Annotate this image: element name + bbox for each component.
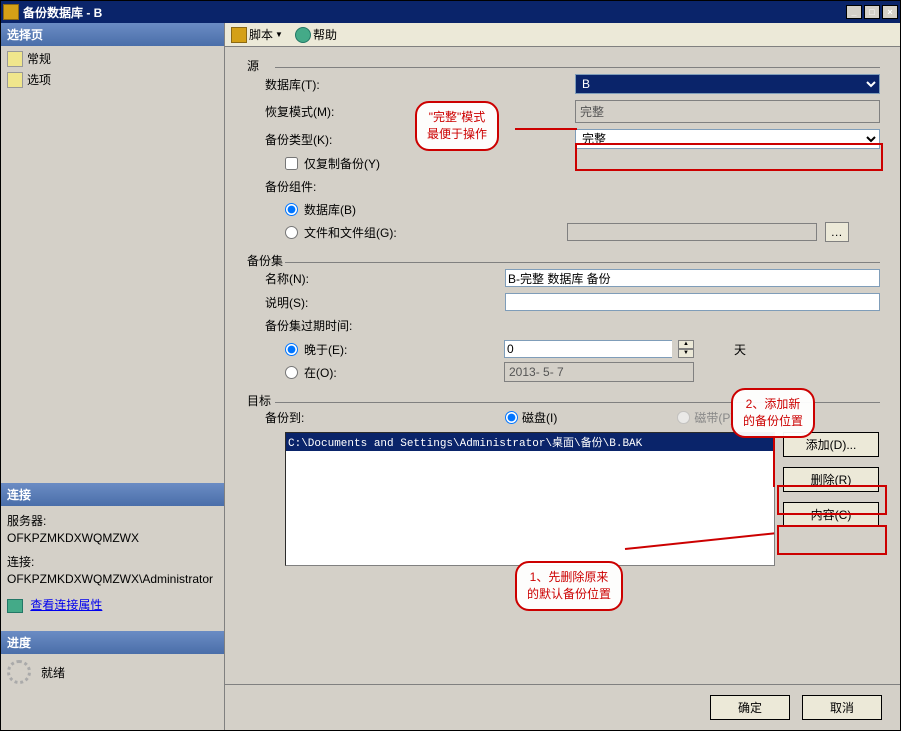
recovery-label: 恢复模式(M): (265, 103, 375, 120)
name-label: 名称(N): (265, 270, 375, 287)
sidebar-item-options[interactable]: 选项 (3, 69, 222, 90)
radio-filegroup[interactable] (285, 226, 298, 239)
page-icon (7, 51, 23, 67)
radio-filegroup-label: 文件和文件组(G): (304, 224, 397, 241)
destination-group-label: 目标 (245, 392, 273, 409)
minimize-button[interactable]: _ (846, 5, 862, 19)
connection-section: 服务器: OFKPZMKDXWQMZWX 连接: OFKPZMKDXWQMZWX… (1, 506, 224, 621)
window-title: 备份数据库 - B (23, 4, 846, 21)
conn-value: OFKPZMKDXWQMZWX\Administrator (7, 572, 218, 586)
dialog-window: 备份数据库 - B _ □ × 选择页 常规 选项 连接 服务器: (0, 0, 901, 731)
days-unit: 天 (734, 341, 746, 358)
backupset-group-label: 备份集 (245, 252, 285, 269)
source-group-label: 源 (245, 57, 261, 74)
progress-spinner-icon (7, 660, 31, 684)
database-select[interactable]: B (575, 74, 880, 94)
radio-disk[interactable] (505, 411, 518, 424)
remove-button[interactable]: 删除(R) (783, 467, 879, 492)
main-panel: 脚本 ▼ 帮助 源 数据库(T): B (225, 23, 900, 730)
server-label: 服务器: (7, 512, 218, 529)
copy-only-label: 仅复制备份(Y) (304, 155, 380, 172)
annotation-1: "完整"模式 最便于操作 (415, 101, 499, 151)
contents-button[interactable]: 内容(C) (783, 502, 879, 527)
radio-after[interactable] (285, 343, 298, 356)
annotation-2: 2、添加新 的备份位置 (731, 388, 815, 438)
page-icon (7, 72, 23, 88)
desc-label: 说明(S): (265, 294, 375, 311)
destination-listbox[interactable]: C:\Documents and Settings\Administrator\… (285, 432, 775, 566)
help-button[interactable]: 帮助 (295, 26, 337, 43)
backup-type-label: 备份类型(K): (265, 131, 375, 148)
database-label: 数据库(T): (265, 76, 375, 93)
destination-item[interactable]: C:\Documents and Settings\Administrator\… (286, 433, 774, 451)
spin-up-button[interactable]: ▲ (678, 340, 694, 349)
backup-type-select[interactable]: 完整 (575, 129, 880, 149)
expire-label: 备份集过期时间: (265, 317, 375, 334)
radio-after-label: 晚于(E): (304, 341, 384, 358)
help-icon (295, 27, 311, 43)
sidebar: 选择页 常规 选项 连接 服务器: OFKPZMKDXWQMZWX 连接: OF… (1, 23, 225, 730)
after-days-input[interactable] (504, 340, 672, 358)
desc-input[interactable] (505, 293, 880, 311)
annotation-line (515, 128, 577, 130)
radio-tape-label: 磁带(P) (694, 409, 734, 426)
radio-on[interactable] (285, 366, 298, 379)
spin-down-button[interactable]: ▼ (678, 349, 694, 358)
filegroup-browse-button[interactable]: … (825, 222, 849, 242)
cancel-button[interactable]: 取消 (802, 695, 882, 720)
radio-database[interactable] (285, 203, 298, 216)
select-page-header: 选择页 (1, 23, 224, 46)
sidebar-item-general[interactable]: 常规 (3, 48, 222, 69)
progress-header: 进度 (1, 631, 224, 654)
name-input[interactable] (505, 269, 880, 287)
titlebar[interactable]: 备份数据库 - B _ □ × (1, 1, 900, 23)
radio-database-label: 数据库(B) (304, 201, 356, 218)
recovery-value: 完整 (575, 100, 880, 123)
sidebar-item-label: 选项 (27, 71, 51, 88)
close-button[interactable]: × (882, 5, 898, 19)
maximize-button[interactable]: □ (864, 5, 880, 19)
connection-icon (7, 599, 23, 613)
progress-status: 就绪 (41, 664, 65, 681)
connection-header: 连接 (1, 483, 224, 506)
on-date-value: 2013- 5- 7 (504, 362, 694, 382)
view-connection-link[interactable]: 查看连接属性 (30, 598, 102, 612)
chevron-down-icon: ▼ (275, 30, 283, 39)
ok-button[interactable]: 确定 (710, 695, 790, 720)
toolbar: 脚本 ▼ 帮助 (225, 23, 900, 47)
radio-on-label: 在(O): (304, 364, 384, 381)
annotation-line (773, 433, 775, 487)
backup-to-label: 备份到: (265, 409, 375, 426)
conn-label: 连接: (7, 553, 218, 570)
radio-tape (677, 411, 690, 424)
filegroup-value (567, 223, 817, 241)
script-button[interactable]: 脚本 ▼ (231, 26, 283, 43)
component-label: 备份组件: (265, 178, 375, 195)
app-icon (3, 4, 19, 20)
copy-only-checkbox[interactable] (285, 157, 298, 170)
server-value: OFKPZMKDXWQMZWX (7, 531, 218, 545)
sidebar-item-label: 常规 (27, 50, 51, 67)
annotation-3: 1、先删除原来 的默认备份位置 (515, 561, 623, 611)
radio-disk-label: 磁盘(I) (522, 409, 557, 426)
script-icon (231, 27, 247, 43)
bottom-bar: 确定 取消 (225, 684, 900, 730)
